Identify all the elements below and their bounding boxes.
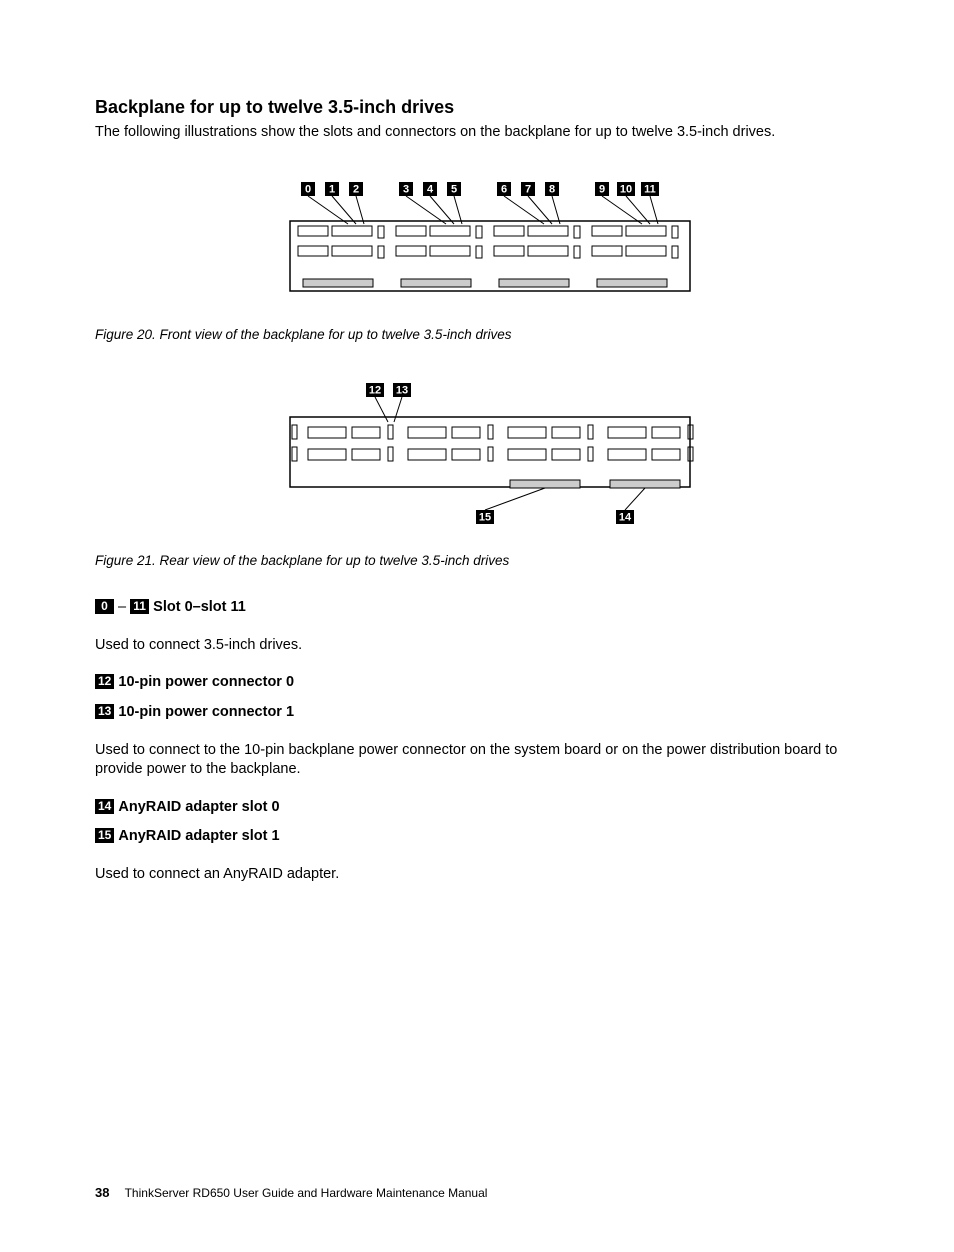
item-raid1: 15 AnyRAID adapter slot 1 — [95, 827, 884, 847]
figure-21-caption: Figure 21. Rear view of the backplane fo… — [95, 552, 884, 570]
page-number: 38 — [95, 1185, 109, 1200]
svg-text:13: 13 — [395, 384, 407, 396]
item-raid0-title: AnyRAID adapter slot 0 — [118, 799, 279, 815]
svg-text:10: 10 — [619, 183, 631, 195]
svg-text:15: 15 — [478, 511, 490, 523]
figure-20-caption: Figure 20. Front view of the backplane f… — [95, 326, 884, 344]
svg-text:11: 11 — [644, 183, 656, 195]
figure-21-svg: 12 13 15 14 — [280, 372, 700, 532]
section-heading: Backplane for up to twelve 3.5-inch driv… — [95, 95, 884, 119]
item-pwr1-title: 10-pin power connector 1 — [118, 704, 294, 720]
callout-13: 13 — [95, 704, 114, 719]
item-pwr1: 13 10-pin power connector 1 — [95, 703, 884, 723]
callout-12: 12 — [95, 674, 114, 689]
item-pwr0-title: 10-pin power connector 0 — [118, 674, 294, 690]
callout-15: 15 — [95, 828, 114, 843]
item-slots-body: Used to connect 3.5-inch drives. — [95, 636, 884, 656]
svg-text:2: 2 — [352, 183, 358, 195]
item-raid0: 14 AnyRAID adapter slot 0 — [95, 798, 884, 818]
svg-text:5: 5 — [450, 183, 456, 195]
callout-14: 14 — [95, 799, 114, 814]
page-footer: 38 ThinkServer RD650 User Guide and Hard… — [95, 1184, 884, 1202]
svg-text:8: 8 — [548, 183, 554, 195]
svg-text:4: 4 — [426, 183, 433, 195]
item-pwr-body: Used to connect to the 10-pin backplane … — [95, 741, 884, 780]
item-slots-header: 0 – 11 Slot 0–slot 11 — [95, 598, 884, 618]
figure-20-svg: 0 1 2 3 4 5 6 7 8 9 10 11 — [280, 171, 700, 306]
item-slots-title: Slot 0–slot 11 — [153, 599, 246, 615]
svg-text:12: 12 — [368, 384, 380, 396]
figure-21: 12 13 15 14 — [95, 372, 884, 532]
item-raid1-title: AnyRAID adapter slot 1 — [118, 828, 279, 844]
svg-text:9: 9 — [598, 183, 604, 195]
svg-text:7: 7 — [524, 183, 530, 195]
footer-title: ThinkServer RD650 User Guide and Hardwar… — [125, 1186, 488, 1200]
figure-20: 0 1 2 3 4 5 6 7 8 9 10 11 — [95, 171, 884, 306]
svg-text:6: 6 — [500, 183, 506, 195]
callout-0: 0 — [95, 599, 114, 614]
intro-paragraph: The following illustrations show the slo… — [95, 123, 884, 143]
svg-text:3: 3 — [402, 183, 408, 195]
item-pwr0: 12 10-pin power connector 0 — [95, 673, 884, 693]
svg-text:0: 0 — [304, 183, 310, 195]
callout-11: 11 — [130, 599, 149, 614]
item-raid-body: Used to connect an AnyRAID adapter. — [95, 865, 884, 885]
svg-text:1: 1 — [328, 183, 334, 195]
svg-text:14: 14 — [618, 511, 631, 523]
